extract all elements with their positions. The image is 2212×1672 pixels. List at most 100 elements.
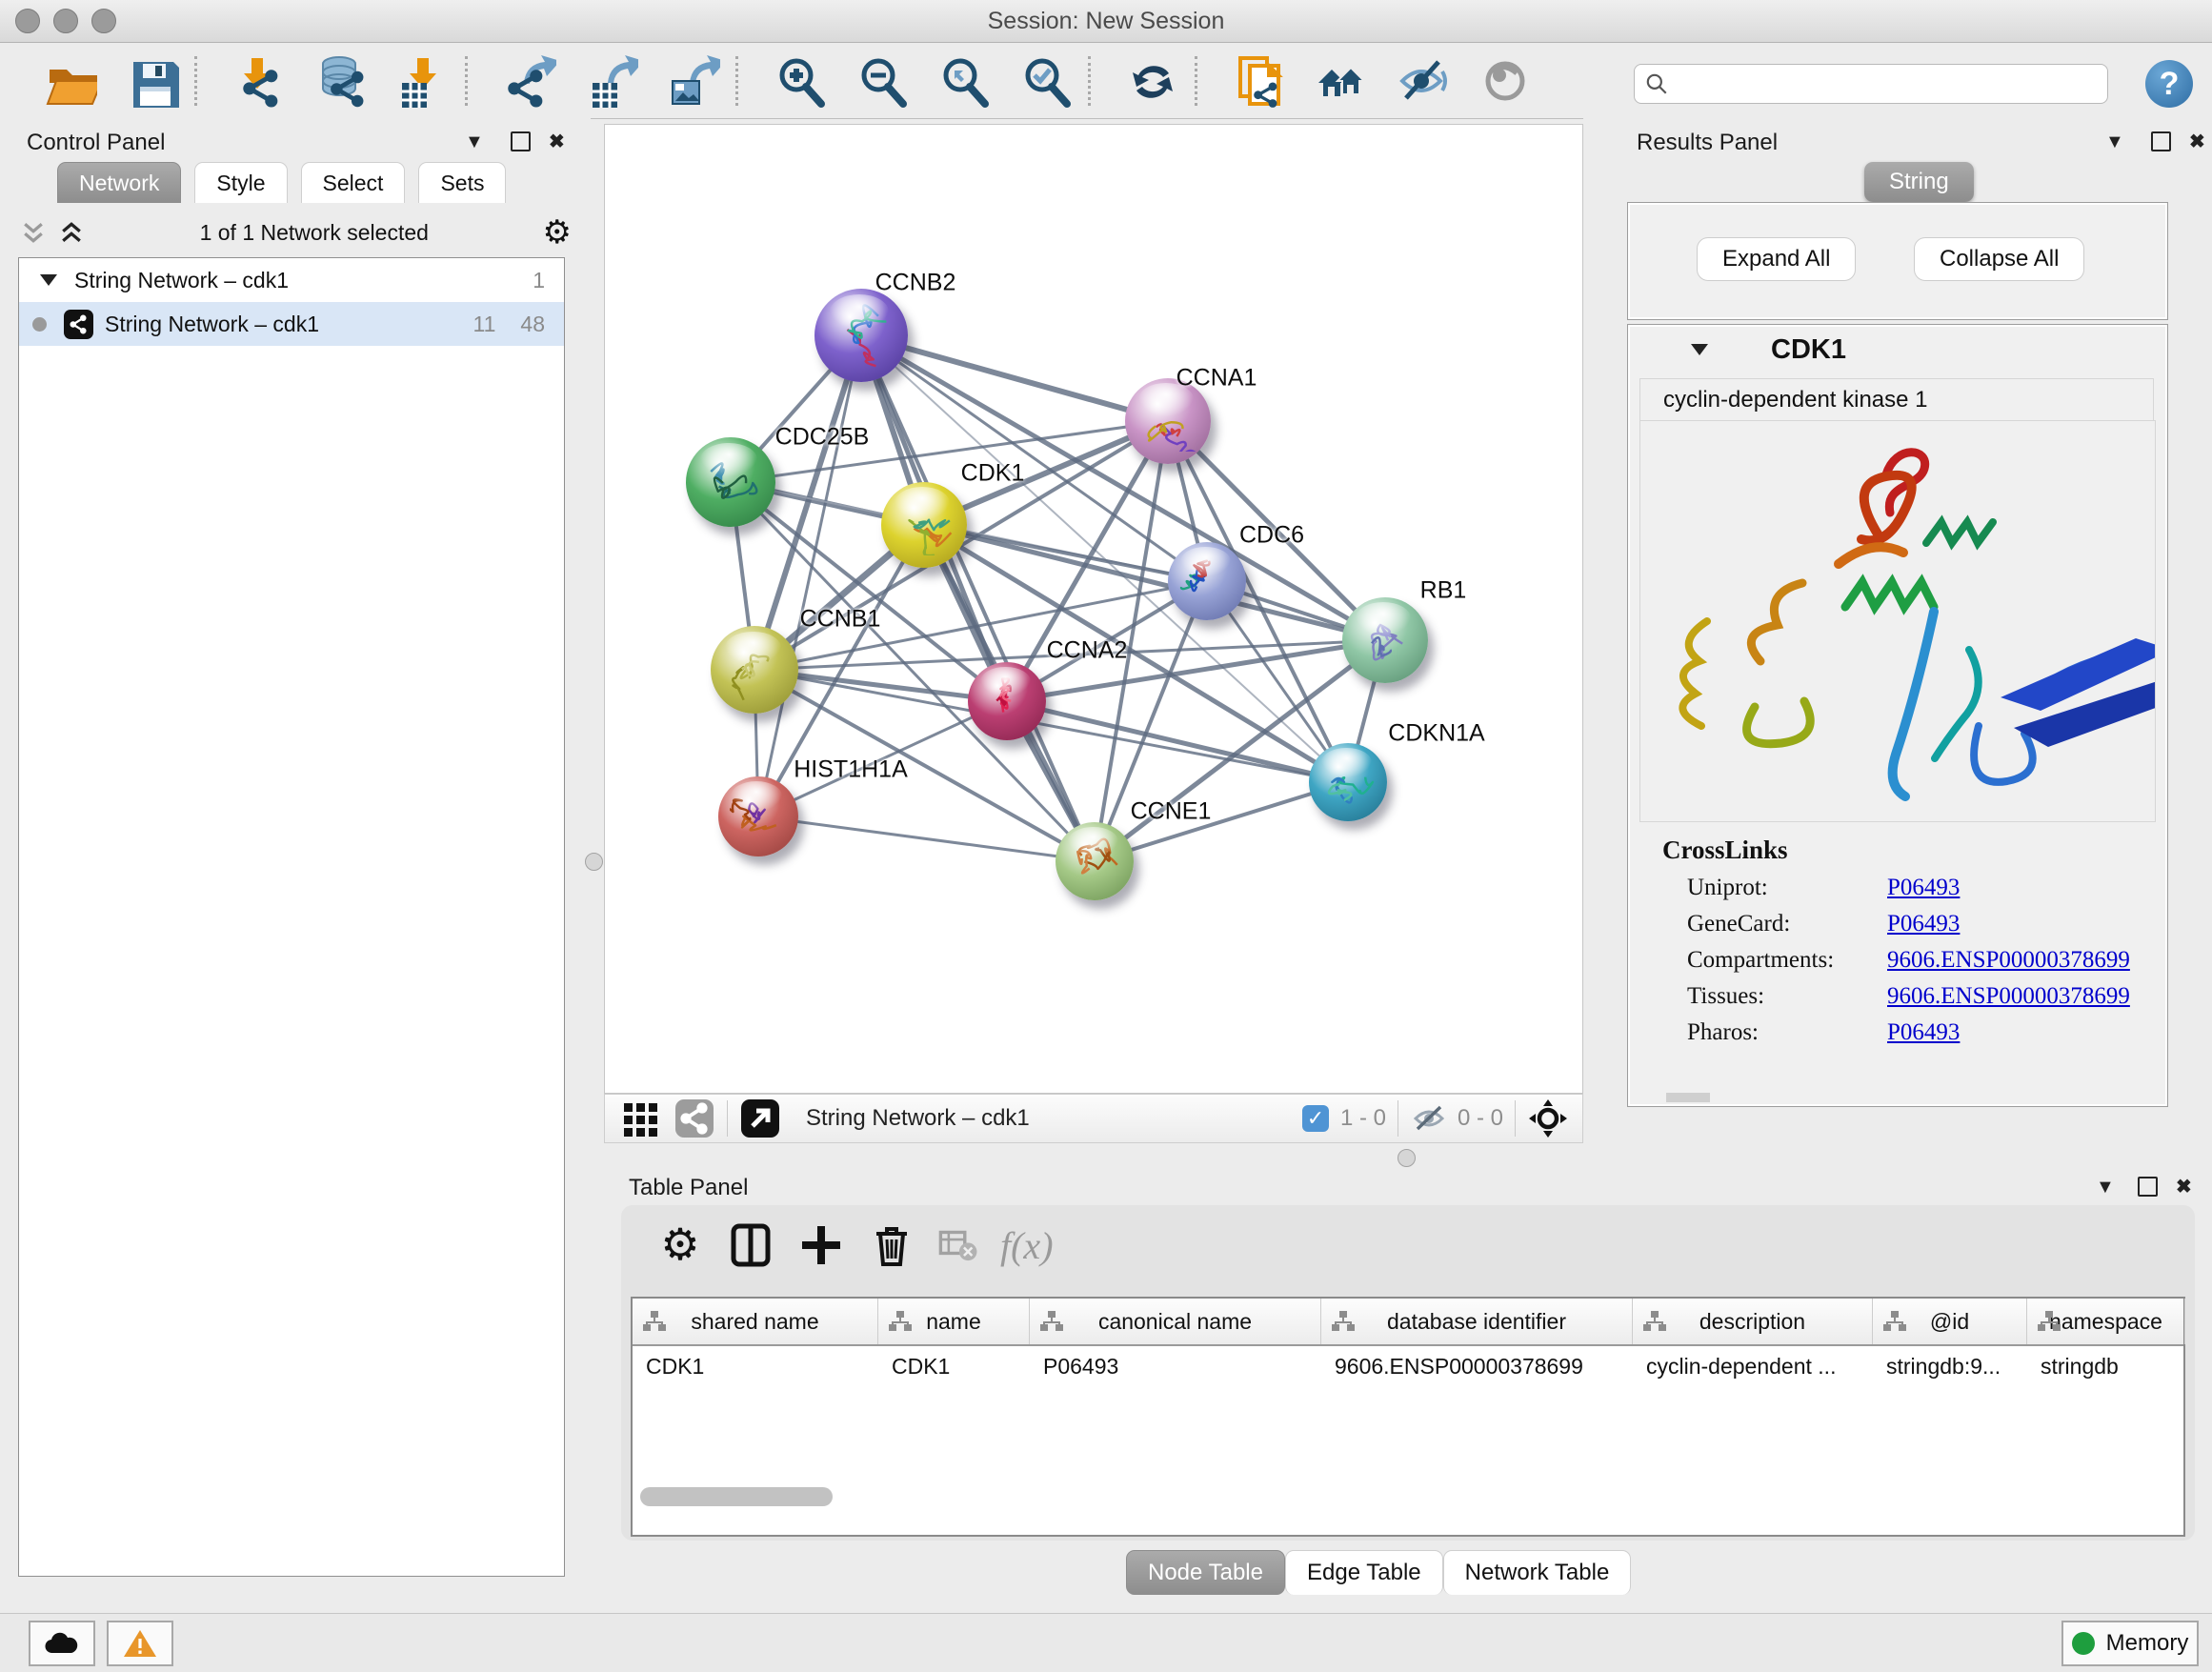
network-edge[interactable] xyxy=(758,816,1095,861)
refresh-icon[interactable] xyxy=(1126,54,1179,108)
save-icon[interactable] xyxy=(126,54,179,108)
tab-edge-table[interactable]: Edge Table xyxy=(1285,1550,1443,1595)
table-cell: stringdb xyxy=(2027,1346,2185,1390)
zoom-selected-icon[interactable] xyxy=(1019,54,1073,108)
node-rb1[interactable] xyxy=(1342,597,1428,683)
crosslink-link[interactable]: 9606.ENSP00000378699 xyxy=(1887,947,2130,974)
results-panel-float-icon[interactable] xyxy=(2151,131,2171,151)
fit-selected-crosshair-icon[interactable] xyxy=(1527,1098,1569,1139)
export-image-icon[interactable] xyxy=(667,54,720,108)
collapse-all-chevron-icon[interactable] xyxy=(19,218,48,247)
cloud-status-button[interactable] xyxy=(29,1621,95,1666)
column-header-name[interactable]: name xyxy=(878,1299,1030,1344)
table-panel-float-icon[interactable] xyxy=(2138,1177,2158,1197)
show-all-icon[interactable] xyxy=(1478,54,1532,108)
export-table-icon[interactable] xyxy=(585,54,638,108)
column-header-database-identifier[interactable]: database identifier xyxy=(1321,1299,1633,1344)
results-panel-collapse-icon[interactable]: ▼ xyxy=(2105,131,2124,153)
warning-status-button[interactable] xyxy=(107,1621,173,1666)
column-header--id[interactable]: @id xyxy=(1873,1299,2027,1344)
tree-expand-triangle-icon[interactable] xyxy=(40,274,57,286)
node-ccnb2[interactable] xyxy=(814,289,908,382)
network-status-dot-icon xyxy=(32,317,47,332)
crosslink-link[interactable]: P06493 xyxy=(1887,875,1960,901)
tab-style[interactable]: Style xyxy=(194,162,287,203)
column-header-namespace[interactable]: namespace xyxy=(2027,1299,2185,1344)
tab-string[interactable]: String xyxy=(1864,162,1974,202)
string-import-icon[interactable] xyxy=(1233,54,1286,108)
network-tree: String Network – cdk1 1 String Network –… xyxy=(18,257,565,1577)
export-network-icon[interactable] xyxy=(503,54,556,108)
function-builder-icon[interactable]: f(x) xyxy=(1000,1223,1054,1268)
crosslink-link[interactable]: P06493 xyxy=(1887,1019,1960,1046)
column-header-description[interactable]: description xyxy=(1633,1299,1873,1344)
zoom-in-icon[interactable] xyxy=(774,54,827,108)
zoom-fit-icon[interactable] xyxy=(937,54,991,108)
network-edge[interactable] xyxy=(1007,701,1348,782)
memory-button[interactable]: Memory xyxy=(2061,1621,2199,1666)
table-row[interactable]: CDK1CDK1P064939606.ENSP00000378699cyclin… xyxy=(633,1346,2183,1390)
delete-table-icon[interactable] xyxy=(937,1220,979,1270)
expand-all-button[interactable]: Expand All xyxy=(1697,237,1856,281)
bottom-splitter-handle[interactable] xyxy=(1398,1149,1416,1167)
node-cdc25b[interactable] xyxy=(686,437,775,527)
grid-view-icon[interactable] xyxy=(620,1098,662,1139)
zoom-out-icon[interactable] xyxy=(855,54,909,108)
node-ccne1[interactable] xyxy=(1056,822,1134,900)
import-network-icon[interactable] xyxy=(232,54,286,108)
network-row[interactable]: String Network – cdk1 11 48 xyxy=(19,302,564,346)
control-panel-float-icon[interactable] xyxy=(511,131,531,151)
crosslink-link[interactable]: P06493 xyxy=(1887,911,1960,937)
tab-node-table[interactable]: Node Table xyxy=(1126,1550,1285,1595)
gene-description: cyclin-dependent kinase 1 xyxy=(1639,378,2154,420)
network-collection-row[interactable]: String Network – cdk1 1 xyxy=(19,258,564,302)
results-panel-close-icon[interactable]: ✖ xyxy=(2189,130,2205,153)
table-horizontal-scrollbar[interactable] xyxy=(640,1487,833,1506)
node-cdk1[interactable] xyxy=(881,482,967,568)
add-column-icon[interactable] xyxy=(796,1220,846,1270)
search-input[interactable] xyxy=(1669,71,2082,97)
table-panel-close-icon[interactable]: ✖ xyxy=(2176,1175,2192,1199)
control-panel-close-icon[interactable]: ✖ xyxy=(549,130,565,153)
open-icon[interactable] xyxy=(44,54,97,108)
network-edge[interactable] xyxy=(758,335,861,816)
control-panel-collapse-icon[interactable]: ▼ xyxy=(465,131,484,153)
network-canvas[interactable]: CCNB2CCNA1CDC25BCDK1CDC6RB1CCNB1CCNA2CDK… xyxy=(604,124,1583,1094)
open-in-window-icon[interactable] xyxy=(739,1098,781,1139)
gene-card-scrollbar[interactable] xyxy=(1666,1093,1710,1102)
search-box[interactable] xyxy=(1634,64,2108,104)
toolbar-separator xyxy=(1088,56,1091,106)
warning-icon xyxy=(123,1628,157,1659)
node-hist1h1a[interactable] xyxy=(718,776,798,856)
table-settings-gear-icon[interactable]: ⚙ xyxy=(655,1220,705,1270)
gene-card-header[interactable]: CDK1 xyxy=(1628,325,2167,374)
import-database-icon[interactable] xyxy=(314,54,368,108)
node-ccnb1[interactable] xyxy=(711,626,798,714)
node-cdkn1a[interactable] xyxy=(1309,743,1387,821)
hide-selected-icon[interactable] xyxy=(1397,54,1450,108)
node-ccna2[interactable] xyxy=(968,662,1046,740)
tab-network-table[interactable]: Network Table xyxy=(1443,1550,1632,1595)
import-table-icon[interactable] xyxy=(396,54,450,108)
home-networks-icon[interactable] xyxy=(1315,54,1368,108)
delete-column-trash-icon[interactable] xyxy=(867,1220,916,1270)
tab-sets[interactable]: Sets xyxy=(418,162,506,203)
column-header-shared-name[interactable]: shared name xyxy=(633,1299,878,1344)
table-panel-collapse-icon[interactable]: ▼ xyxy=(2096,1177,2115,1199)
search-icon xyxy=(1644,71,1669,96)
node-cdc6[interactable] xyxy=(1168,542,1246,620)
selected-nodes-checkbox[interactable]: ✓ xyxy=(1302,1105,1329,1132)
expand-all-chevron-icon[interactable] xyxy=(57,218,86,247)
collapse-all-button[interactable]: Collapse All xyxy=(1914,237,2084,281)
help-button[interactable]: ? xyxy=(2145,60,2193,108)
column-header-canonical-name[interactable]: canonical name xyxy=(1030,1299,1321,1344)
show-columns-icon[interactable] xyxy=(726,1220,775,1270)
hidden-elements-eye-icon[interactable] xyxy=(1410,1102,1448,1135)
network-options-gear-icon[interactable]: ⚙ xyxy=(543,213,572,252)
tab-network[interactable]: Network xyxy=(57,162,181,203)
gene-collapse-triangle-icon[interactable] xyxy=(1691,344,1708,355)
network-share-gray-icon[interactable] xyxy=(674,1098,715,1139)
tab-select[interactable]: Select xyxy=(301,162,406,203)
left-splitter-handle[interactable] xyxy=(585,853,603,871)
crosslink-link[interactable]: 9606.ENSP00000378699 xyxy=(1887,983,2130,1010)
